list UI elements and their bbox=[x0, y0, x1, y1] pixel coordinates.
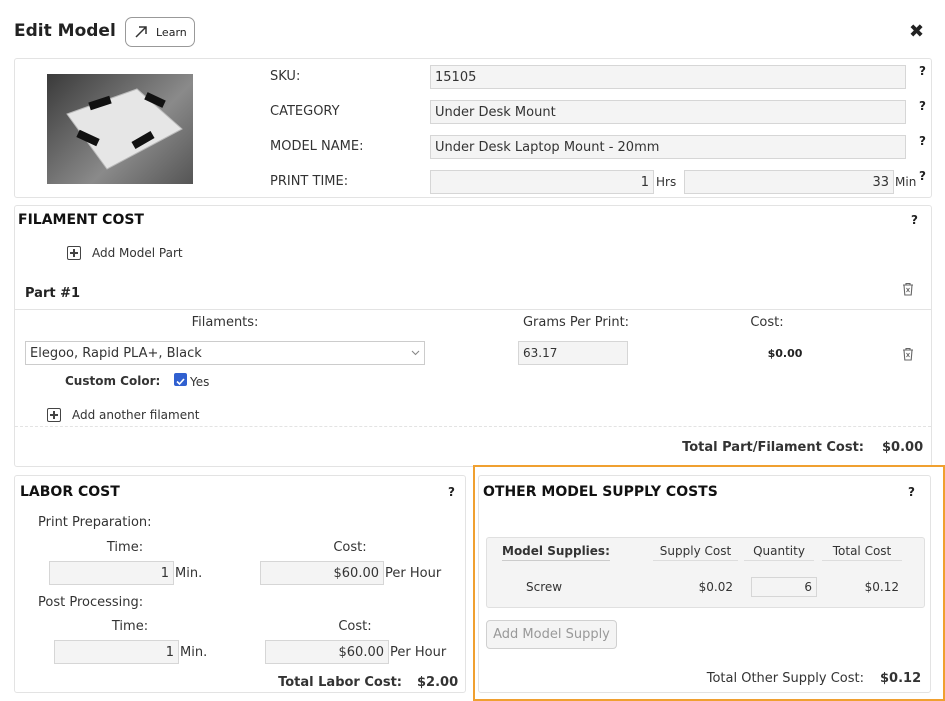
category-label: CATEGORY bbox=[270, 104, 340, 119]
custom-color-checkbox[interactable] bbox=[174, 373, 187, 386]
supply-cost-header: Supply Cost bbox=[653, 544, 738, 561]
supply-cost-value: $0.02 bbox=[698, 580, 733, 594]
plus-icon bbox=[47, 408, 61, 422]
total-supply-cost-value: $0.12 bbox=[880, 671, 922, 686]
sku-input[interactable]: 15105 bbox=[430, 65, 906, 89]
print-time-label: PRINT TIME: bbox=[270, 174, 349, 189]
grams-input[interactable]: 63.17 bbox=[518, 341, 628, 365]
post-processing-label: Post Processing: bbox=[38, 595, 144, 610]
filaments-column-header: Filaments: bbox=[191, 315, 259, 330]
add-model-part-button[interactable]: Add Model Part bbox=[67, 246, 183, 260]
filament-cost-value: $0.00 bbox=[767, 347, 803, 360]
divider bbox=[15, 426, 931, 427]
external-link-icon bbox=[135, 26, 147, 38]
total-labor-cost-label: Total Labor Cost: bbox=[278, 675, 402, 690]
page-title: Edit Model bbox=[14, 21, 116, 41]
close-icon[interactable]: ✖ bbox=[909, 21, 924, 42]
help-icon[interactable]: ? bbox=[919, 169, 926, 183]
post-cost-input[interactable]: $60.00 bbox=[265, 640, 389, 664]
check-icon bbox=[176, 378, 185, 386]
help-icon[interactable]: ? bbox=[919, 99, 926, 113]
chevron-down-icon bbox=[411, 350, 420, 356]
post-cost-unit: Per Hour bbox=[390, 645, 447, 660]
prep-cost-input[interactable]: $60.00 bbox=[260, 561, 384, 585]
learn-button[interactable]: Learn bbox=[125, 17, 195, 47]
quantity-header: Quantity bbox=[744, 544, 814, 561]
learn-label: Learn bbox=[156, 25, 187, 39]
prep-time-input[interactable]: 1 bbox=[49, 561, 174, 585]
help-icon[interactable]: ? bbox=[919, 64, 926, 78]
cost-column-header: Cost: bbox=[750, 315, 784, 330]
category-input[interactable]: Under Desk Mount bbox=[430, 100, 906, 124]
custom-color-label: Custom Color: bbox=[65, 374, 161, 388]
post-time-input[interactable]: 1 bbox=[54, 640, 179, 664]
help-icon[interactable]: ? bbox=[919, 134, 926, 148]
supply-total-value: $0.12 bbox=[864, 580, 899, 594]
add-model-supply-button[interactable]: Add Model Supply bbox=[486, 620, 617, 649]
supply-quantity-input[interactable]: 6 bbox=[751, 577, 817, 597]
help-icon[interactable]: ? bbox=[448, 485, 455, 499]
supplies-section-title: OTHER MODEL SUPPLY COSTS bbox=[483, 484, 718, 500]
print-minutes-input[interactable]: 33 bbox=[684, 170, 894, 194]
filament-selected-value: Elegoo, Rapid PLA+, Black bbox=[30, 345, 202, 361]
divider bbox=[15, 309, 931, 310]
post-cost-header: Cost: bbox=[338, 619, 372, 634]
sku-label: SKU: bbox=[270, 69, 301, 84]
model-name-input[interactable]: Under Desk Laptop Mount - 20mm bbox=[430, 135, 906, 159]
model-name-label: MODEL NAME: bbox=[270, 139, 364, 154]
minutes-unit: Min bbox=[895, 175, 917, 189]
help-icon[interactable]: ? bbox=[911, 213, 918, 227]
total-filament-cost-label: Total Part/Filament Cost: bbox=[682, 440, 864, 455]
add-filament-button[interactable]: Add another filament bbox=[47, 408, 199, 422]
trash-icon[interactable] bbox=[902, 347, 914, 361]
hours-unit: Hrs bbox=[656, 175, 677, 189]
labor-section-title: LABOR COST bbox=[20, 484, 120, 500]
prep-time-unit: Min. bbox=[175, 566, 203, 581]
model-supplies-header: Model Supplies: bbox=[502, 544, 610, 561]
filament-select[interactable]: Elegoo, Rapid PLA+, Black bbox=[25, 341, 425, 365]
custom-color-value: Yes bbox=[190, 375, 210, 389]
prep-cost-unit: Per Hour bbox=[385, 566, 442, 581]
print-hours-input[interactable]: 1 bbox=[430, 170, 654, 194]
plus-icon bbox=[67, 246, 81, 260]
print-preparation-label: Print Preparation: bbox=[38, 515, 152, 530]
post-time-header: Time: bbox=[111, 619, 149, 634]
prep-cost-header: Cost: bbox=[333, 540, 367, 555]
post-time-unit: Min. bbox=[180, 645, 208, 660]
total-cost-header: Total Cost bbox=[822, 544, 902, 561]
add-filament-label: Add another filament bbox=[72, 408, 200, 422]
prep-time-header: Time: bbox=[106, 540, 144, 555]
filament-section-title: FILAMENT COST bbox=[18, 212, 144, 228]
model-thumbnail bbox=[47, 74, 193, 184]
total-supply-cost-label: Total Other Supply Cost: bbox=[706, 671, 864, 686]
part-title: Part #1 bbox=[25, 286, 81, 301]
total-filament-cost-value: $0.00 bbox=[882, 440, 924, 455]
supply-name: Screw bbox=[526, 580, 563, 594]
grams-column-header: Grams Per Print: bbox=[522, 315, 630, 330]
filament-panel bbox=[14, 205, 932, 467]
add-model-part-label: Add Model Part bbox=[92, 246, 183, 260]
trash-icon[interactable] bbox=[902, 282, 914, 296]
help-icon[interactable]: ? bbox=[908, 485, 915, 499]
total-labor-cost-value: $2.00 bbox=[417, 675, 459, 690]
